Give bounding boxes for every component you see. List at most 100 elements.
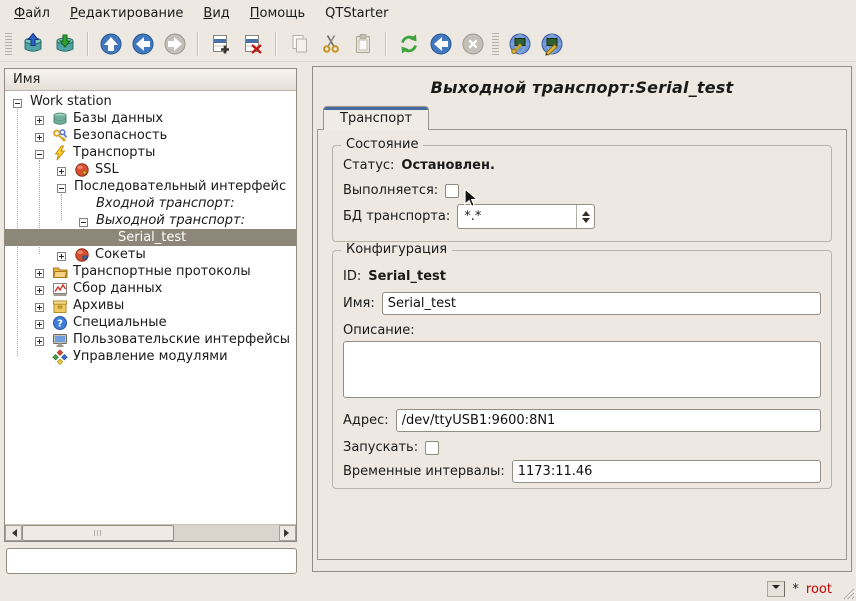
- menu-qtstarter[interactable]: QTStarter: [315, 2, 398, 25]
- load-from-db-button[interactable]: [17, 29, 49, 59]
- scroll-left-button[interactable]: [5, 525, 22, 541]
- socket-icon: [74, 247, 90, 263]
- address-input[interactable]: [396, 409, 821, 432]
- tree-item-label: Сокеты: [95, 247, 146, 262]
- expand-icon[interactable]: [35, 318, 44, 327]
- scrollbar-track[interactable]: [174, 525, 279, 541]
- stop-button[interactable]: [457, 29, 489, 59]
- qtstarter-modify-icon: [540, 32, 564, 56]
- config-groupbox: Конфигурация ID: Serial_test Имя: Описан…: [332, 250, 832, 489]
- expand-icon[interactable]: [35, 114, 44, 123]
- refresh-button[interactable]: [393, 29, 425, 59]
- tree-item-сбор-данных[interactable]: Сбор данных: [5, 280, 296, 297]
- tree-item-безопасность[interactable]: Безопасность: [5, 127, 296, 144]
- collapse-icon[interactable]: [13, 97, 22, 106]
- tree-item-сокеты[interactable]: Сокеты: [5, 246, 296, 263]
- timings-input[interactable]: [512, 460, 821, 483]
- transport-db-label: БД транспорта:: [343, 209, 450, 224]
- qtstarter-config-button[interactable]: [504, 29, 536, 59]
- expand-icon[interactable]: [35, 131, 44, 140]
- menu-файл[interactable]: Файл: [4, 2, 60, 25]
- start-button[interactable]: [425, 29, 457, 59]
- tree-item-транспорты[interactable]: Транспорты: [5, 144, 296, 161]
- status-bar: * root: [0, 574, 856, 601]
- toolbar-separator: [197, 32, 199, 56]
- collapse-icon[interactable]: [79, 216, 88, 225]
- toolbar-handle[interactable]: [5, 33, 12, 55]
- paste-button[interactable]: [347, 29, 379, 59]
- expand-icon[interactable]: [35, 284, 44, 293]
- id-label: ID:: [343, 269, 361, 284]
- go-forward-button[interactable]: [159, 29, 191, 59]
- tree-item-ssl[interactable]: SSL: [5, 161, 296, 178]
- tree-item-выходной-транспорт[interactable]: Выходной транспорт:: [5, 212, 296, 229]
- expand-icon[interactable]: [35, 335, 44, 344]
- tree-item-управление-модулями[interactable]: Управление модулями: [5, 348, 296, 365]
- tree-item-транспортные-протоколы[interactable]: Транспортные протоколы: [5, 263, 296, 280]
- tree-item-label: Сбор данных: [73, 281, 162, 296]
- scroll-right-button[interactable]: [279, 525, 296, 541]
- name-input[interactable]: [382, 292, 821, 315]
- tree-item-пользовательские-интерфейсы[interactable]: Пользовательские интерфейсы: [5, 331, 296, 348]
- go-up-button[interactable]: [95, 29, 127, 59]
- expand-icon[interactable]: [57, 250, 66, 259]
- name-label: Имя:: [343, 296, 375, 311]
- stop-icon: [461, 32, 485, 56]
- tree-item-label: Транспортные протоколы: [73, 264, 251, 279]
- tree-item-work-station[interactable]: Work station: [5, 93, 296, 110]
- menu-помощь[interactable]: Помощь: [240, 2, 315, 25]
- add-item-button[interactable]: [205, 29, 237, 59]
- transport-icon: [52, 145, 68, 161]
- delete-item-button[interactable]: [237, 29, 269, 59]
- menu-bar: ФайлРедактированиеВидПомощьQTStarter: [0, 0, 856, 27]
- daq-icon: [52, 281, 68, 297]
- expand-icon[interactable]: [35, 267, 44, 276]
- config-group-title: Конфигурация: [341, 242, 452, 257]
- tree-item-label: Базы данных: [73, 111, 163, 126]
- address-label: Адрес:: [343, 413, 389, 428]
- transport-db-combobox[interactable]: *.*: [457, 204, 595, 229]
- ui-icon: [52, 332, 68, 348]
- save-to-db-button[interactable]: [49, 29, 81, 59]
- modules-icon: [52, 349, 68, 365]
- tree-item-специальные[interactable]: ?Специальные: [5, 314, 296, 331]
- tree-item-входной-транспорт[interactable]: Входной транспорт:: [5, 195, 296, 212]
- menu-редактирование[interactable]: Редактирование: [60, 2, 193, 25]
- scrollbar-thumb[interactable]: [22, 525, 174, 541]
- tree-item-архивы[interactable]: Архивы: [5, 297, 296, 314]
- start-icon: [429, 32, 453, 56]
- resize-grip[interactable]: [840, 585, 855, 600]
- security-icon: [52, 128, 68, 144]
- collapse-icon[interactable]: [57, 182, 66, 191]
- start-label: Запускать:: [343, 440, 418, 455]
- start-checkbox[interactable]: [425, 441, 439, 455]
- chevron-down-icon: [772, 585, 780, 593]
- go-back-button[interactable]: [127, 29, 159, 59]
- page-title: Выходной транспорт:Serial_test: [313, 78, 851, 97]
- menu-вид[interactable]: Вид: [193, 2, 239, 25]
- paste-icon: [351, 32, 375, 56]
- tree-item-serial_test[interactable]: Serial_test: [5, 229, 296, 246]
- current-user[interactable]: root: [806, 582, 832, 597]
- description-textarea[interactable]: [343, 341, 821, 398]
- tree-column-header-name[interactable]: Имя: [5, 69, 296, 91]
- toolbar-handle[interactable]: [492, 33, 499, 55]
- status-dropdown-button[interactable]: [767, 581, 785, 597]
- tree-horizontal-scrollbar[interactable]: [5, 524, 296, 541]
- qtstarter-modify-button[interactable]: [536, 29, 568, 59]
- running-checkbox[interactable]: [445, 184, 459, 198]
- cut-button[interactable]: [315, 29, 347, 59]
- toolbar-separator: [87, 32, 89, 56]
- tree-item-базы-данных[interactable]: Базы данных: [5, 110, 296, 127]
- combo-spinner-icon[interactable]: [576, 205, 594, 228]
- toolbar-separator: [385, 32, 387, 56]
- go-forward-icon: [163, 32, 187, 56]
- tab-transport[interactable]: Транспорт: [323, 106, 429, 130]
- collapse-icon[interactable]: [35, 148, 44, 157]
- expand-icon[interactable]: [57, 165, 66, 174]
- copy-button[interactable]: [283, 29, 315, 59]
- tree-search-input[interactable]: [6, 548, 297, 574]
- tree-item-последовательный-интерфейс[interactable]: Последовательный интерфейс: [5, 178, 296, 195]
- id-value: Serial_test: [368, 269, 446, 284]
- expand-icon[interactable]: [35, 301, 44, 310]
